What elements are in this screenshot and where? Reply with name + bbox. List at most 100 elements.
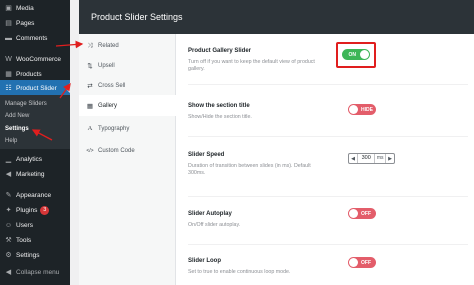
tab-label: Upsell bbox=[98, 62, 115, 69]
comments-icon: ▬ bbox=[5, 34, 12, 42]
slider-loop-toggle[interactable]: OFF bbox=[348, 257, 376, 268]
slider-speed-input[interactable]: 300 bbox=[357, 154, 376, 163]
tab-gallery[interactable]: ▦ Gallery bbox=[79, 95, 176, 116]
sidebar-item-product-slider[interactable]: ☷ Product Slider bbox=[0, 80, 70, 96]
sidebar-item-tools[interactable]: ⚒ Tools bbox=[0, 232, 70, 248]
toggle-state: ON bbox=[348, 51, 357, 58]
tab-label: Typography bbox=[98, 125, 130, 132]
divider bbox=[188, 196, 468, 197]
submenu-settings[interactable]: Settings bbox=[5, 126, 29, 132]
tab-typography[interactable]: A Typography bbox=[79, 118, 176, 139]
tab-custom-code[interactable]: </> Custom Code bbox=[79, 140, 176, 161]
divider bbox=[188, 136, 468, 137]
products-icon: ▦ bbox=[5, 70, 12, 78]
sidebar-item-marketing[interactable]: ◀ Marketing bbox=[0, 166, 70, 182]
sidebar-item-label: WooCommerce bbox=[16, 55, 62, 63]
plugin-settings-page: Product Slider Settings ⤨ Related ⇅ Upse… bbox=[79, 0, 474, 285]
submenu-add-new[interactable]: Add New bbox=[5, 113, 29, 119]
setting-description: Duration of transition between slides (i… bbox=[188, 163, 311, 176]
decrement-button[interactable]: ◀ bbox=[349, 154, 357, 163]
sidebar-item-analytics[interactable]: ▁ Analytics bbox=[0, 151, 70, 167]
gallery-icon: ▦ bbox=[86, 102, 94, 110]
toggle-knob bbox=[349, 105, 358, 114]
sidebar-item-label: Products bbox=[16, 70, 42, 78]
sidebar-item-label: Plugins bbox=[16, 206, 38, 214]
toggle-state: OFF bbox=[361, 210, 371, 217]
typography-icon: A bbox=[87, 125, 93, 132]
sidebar-item-label: Marketing bbox=[16, 170, 45, 178]
tools-icon: ⚒ bbox=[5, 236, 12, 244]
sidebar-item-media[interactable]: ▣ Media bbox=[0, 0, 70, 16]
setting-label: Slider Loop bbox=[188, 258, 221, 264]
setting-label: Show the section title bbox=[188, 103, 250, 109]
sidebar-item-users[interactable]: ☺ Users bbox=[0, 217, 70, 233]
tab-label: Gallery bbox=[98, 102, 118, 109]
sidebar-item-appearance[interactable]: ✎ Appearance bbox=[0, 187, 70, 203]
sidebar-item-label: Comments bbox=[16, 34, 48, 42]
sidebar-item-label: Product Slider bbox=[16, 84, 57, 92]
setting-show-section-title: Show the section title Show/Hide the sec… bbox=[188, 103, 468, 121]
toggle-knob bbox=[349, 258, 358, 267]
settings-content: Product Gallery Slider Turn off if you w… bbox=[176, 34, 474, 285]
sidebar-item-plugins[interactable]: ✦ Plugins 3 bbox=[0, 202, 70, 218]
appearance-icon: ✎ bbox=[5, 191, 12, 199]
setting-slider-loop: Slider Loop Set to true to enable contin… bbox=[188, 258, 468, 276]
tab-label: Cross Sell bbox=[98, 82, 126, 89]
plugins-icon: ✦ bbox=[5, 206, 12, 214]
setting-label: Slider Speed bbox=[188, 152, 225, 158]
code-icon: </> bbox=[86, 147, 94, 154]
sidebar-item-woocommerce[interactable]: W WooCommerce bbox=[0, 51, 70, 67]
media-icon: ▣ bbox=[5, 4, 12, 12]
increment-button[interactable]: ▶ bbox=[386, 154, 394, 163]
product-gallery-slider-toggle[interactable]: ON bbox=[342, 49, 370, 60]
sidebar-item-label: Appearance bbox=[16, 191, 52, 199]
product-slider-submenu: Manage Sliders Add New Settings Help bbox=[0, 95, 70, 149]
setting-description: Show/Hide the section title. bbox=[188, 114, 252, 120]
sidebar-item-label: Analytics bbox=[16, 155, 43, 163]
sidebar-item-label: Media bbox=[16, 4, 34, 12]
tab-related[interactable]: ⤨ Related bbox=[79, 35, 176, 56]
toggle-knob bbox=[360, 50, 369, 59]
collapse-menu-button[interactable]: ◀ Collapse menu bbox=[0, 264, 70, 280]
plugins-update-badge: 3 bbox=[40, 205, 50, 215]
marketing-icon: ◀ bbox=[5, 170, 12, 178]
setting-label: Product Gallery Slider bbox=[188, 48, 252, 54]
tab-upsell[interactable]: ⇅ Upsell bbox=[79, 55, 176, 76]
settings-icon: ⚙ bbox=[5, 251, 12, 259]
toggle-knob bbox=[349, 209, 358, 218]
setting-description: Set to true to enable continuous loop mo… bbox=[188, 269, 291, 275]
collapse-icon: ◀ bbox=[5, 268, 12, 276]
unit-label: ms bbox=[375, 154, 386, 163]
submenu-manage-sliders[interactable]: Manage Sliders bbox=[5, 101, 47, 107]
setting-slider-speed: Slider Speed Duration of transition betw… bbox=[188, 152, 468, 177]
toggle-state: OFF bbox=[361, 259, 371, 266]
slider-speed-stepper: ◀ 300 ms ▶ bbox=[348, 153, 395, 164]
pages-icon: ▤ bbox=[5, 19, 12, 27]
setting-description: Turn off if you want to keep the default… bbox=[188, 59, 315, 72]
setting-label: Slider Autoplay bbox=[188, 211, 232, 217]
setting-slider-autoplay: Slider Autoplay On/Off slider autoplay. bbox=[188, 211, 468, 229]
sidebar-item-label: Users bbox=[16, 221, 33, 229]
slider-autoplay-toggle[interactable]: OFF bbox=[348, 208, 376, 219]
sidebar-item-label: Settings bbox=[16, 251, 40, 259]
tab-cross-sell[interactable]: ⇄ Cross Sell bbox=[79, 75, 176, 96]
divider bbox=[188, 84, 468, 85]
sidebar-item-pages[interactable]: ▤ Pages bbox=[0, 15, 70, 31]
sidebar-item-comments[interactable]: ▬ Comments bbox=[0, 30, 70, 46]
analytics-icon: ▁ bbox=[5, 155, 12, 163]
show-section-title-toggle[interactable]: HIDE bbox=[348, 104, 376, 115]
cross-sell-icon: ⇄ bbox=[87, 82, 93, 90]
upsell-icon: ⇅ bbox=[87, 62, 93, 70]
sidebar-item-label: Collapse menu bbox=[16, 268, 60, 276]
admin-sidebar: ▣ Media ▤ Pages ▬ Comments W WooCommerce… bbox=[0, 0, 70, 285]
sidebar-item-settings[interactable]: ⚙ Settings bbox=[0, 247, 70, 263]
users-icon: ☺ bbox=[4, 221, 13, 229]
sidebar-item-label: Tools bbox=[16, 236, 32, 244]
plugin-header: Product Slider Settings bbox=[79, 0, 474, 34]
submenu-help[interactable]: Help bbox=[5, 138, 17, 144]
page-title: Product Slider Settings bbox=[91, 12, 183, 22]
sidebar-item-label: Pages bbox=[16, 19, 35, 27]
woocommerce-icon: W bbox=[5, 55, 12, 63]
tab-label: Related bbox=[98, 42, 119, 49]
setting-product-gallery-slider: Product Gallery Slider Turn off if you w… bbox=[188, 48, 468, 73]
